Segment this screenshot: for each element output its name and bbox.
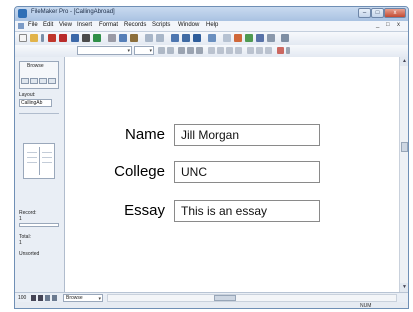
align-center-icon[interactable] [217,47,224,54]
essay-field[interactable]: This is an essay [174,200,320,222]
sort-icon[interactable] [182,34,190,42]
underline-icon[interactable] [196,47,203,54]
cut-icon[interactable] [108,34,116,42]
status-bar: NUM [15,302,408,309]
document-icon[interactable] [18,23,24,29]
college-label: College [114,163,165,180]
show-all-icon[interactable] [193,34,201,42]
open-dropdown-icon[interactable] [41,34,44,42]
window-title: FileMaker Pro - [CallingAbroad] [31,9,115,15]
font-smaller-icon[interactable] [167,47,174,54]
tool-c-icon[interactable] [245,34,253,42]
doc-minimize-button[interactable]: _ [376,22,379,28]
menu-format[interactable]: Format [99,22,118,28]
find-icon[interactable] [171,34,179,42]
tool-a-icon[interactable] [223,34,231,42]
tool-b-icon[interactable] [234,34,242,42]
essay-label: Essay [124,202,165,219]
bold-icon[interactable] [178,47,185,54]
mode-icon[interactable] [52,295,57,301]
align-justify-icon[interactable] [235,47,242,54]
undo-icon[interactable] [145,34,153,42]
horizontal-scroll-thumb[interactable] [214,295,236,301]
menu-edit[interactable]: Edit [43,22,53,28]
name-label: Name [124,126,165,143]
record-slider[interactable] [19,223,59,227]
scroll-down-icon[interactable]: ▼ [400,283,408,292]
browse-tool-icon[interactable] [21,78,29,84]
save-icon[interactable] [71,34,79,42]
mode-label: Browse [27,63,44,69]
zoom-level: 100 [18,295,27,301]
filemaker-app-icon [18,9,27,18]
text-color-icon[interactable] [277,47,284,54]
font-larger-icon[interactable] [158,47,165,54]
tool-f-icon[interactable] [281,34,289,42]
vertical-scrollbar[interactable]: ▲ ▼ [399,57,408,292]
college-field[interactable]: UNC [174,161,320,183]
italic-icon[interactable] [187,47,194,54]
layout-select[interactable]: CallingAb [19,99,52,107]
zoom-out-icon[interactable] [31,295,36,301]
font-size-select[interactable]: ▾ [134,46,154,55]
filemaker-window: FileMaker Pro - [CallingAbroad] – □ x Fi… [14,6,409,309]
mode-dropdown[interactable]: Browse ▾ [63,294,103,302]
find-tool-icon[interactable] [30,78,38,84]
status-toggle-icon[interactable] [45,295,50,301]
layout-label: Layout: [19,92,36,98]
menu-help[interactable]: Help [206,22,218,28]
align-right-icon[interactable] [226,47,233,54]
menu-bar: File Edit View Insert Format Records Scr… [15,21,408,32]
tool-e-icon[interactable] [267,34,275,42]
vertical-scroll-thumb[interactable] [401,142,408,152]
menu-window[interactable]: Window [178,22,199,28]
record-navigator-book-icon[interactable] [23,143,55,179]
indent-icon[interactable] [256,47,263,54]
scroll-up-icon[interactable]: ▲ [400,57,408,66]
redo-icon[interactable] [156,34,164,42]
horizontal-scrollbar[interactable] [107,294,397,302]
zoom-in-icon[interactable] [38,295,43,301]
preview-tool-icon[interactable] [48,78,56,84]
record-number: 1 [19,216,22,222]
new-file-icon[interactable] [19,34,27,42]
print-icon[interactable] [82,34,90,42]
name-field[interactable]: Jill Morgan [174,124,320,146]
menu-file[interactable]: File [28,22,38,28]
spellcheck-icon[interactable] [93,34,101,42]
doc-close-button[interactable]: x [397,22,400,28]
delete-record-icon[interactable] [59,34,67,42]
tool-d-icon[interactable] [256,34,264,42]
layout-tool-icon[interactable] [39,78,47,84]
text-color-dropdown-icon[interactable] [286,47,290,54]
num-lock-indicator: NUM [360,303,372,309]
paste-icon[interactable] [130,34,138,42]
standard-toolbar [15,32,408,46]
open-folder-icon[interactable] [30,34,38,42]
close-button[interactable]: x [384,8,406,18]
status-area: Browse Layout: CallingAb Record: 1 Total… [15,57,65,292]
line-spacing-icon[interactable] [247,47,254,54]
menu-scripts[interactable]: Scripts [152,22,170,28]
status-divider [19,113,59,114]
title-bar[interactable]: FileMaker Pro - [CallingAbroad] – □ x [15,7,408,21]
menu-insert[interactable]: Insert [77,22,92,28]
layout-icon[interactable] [208,34,216,42]
copy-icon[interactable] [119,34,127,42]
doc-restore-button[interactable]: □ [386,22,390,28]
menu-records[interactable]: Records [124,22,146,28]
new-record-icon[interactable] [48,34,56,42]
sort-status: Unsorted [19,251,40,257]
font-select[interactable]: ▾ [77,46,132,55]
align-left-icon[interactable] [208,47,215,54]
minimize-button[interactable]: – [358,8,371,18]
menu-view[interactable]: View [59,22,72,28]
outdent-icon[interactable] [265,47,272,54]
record-content: Name Jill Morgan College UNC Essay This … [65,57,399,292]
maximize-button[interactable]: □ [371,8,384,18]
total-count: 1 [19,240,22,246]
